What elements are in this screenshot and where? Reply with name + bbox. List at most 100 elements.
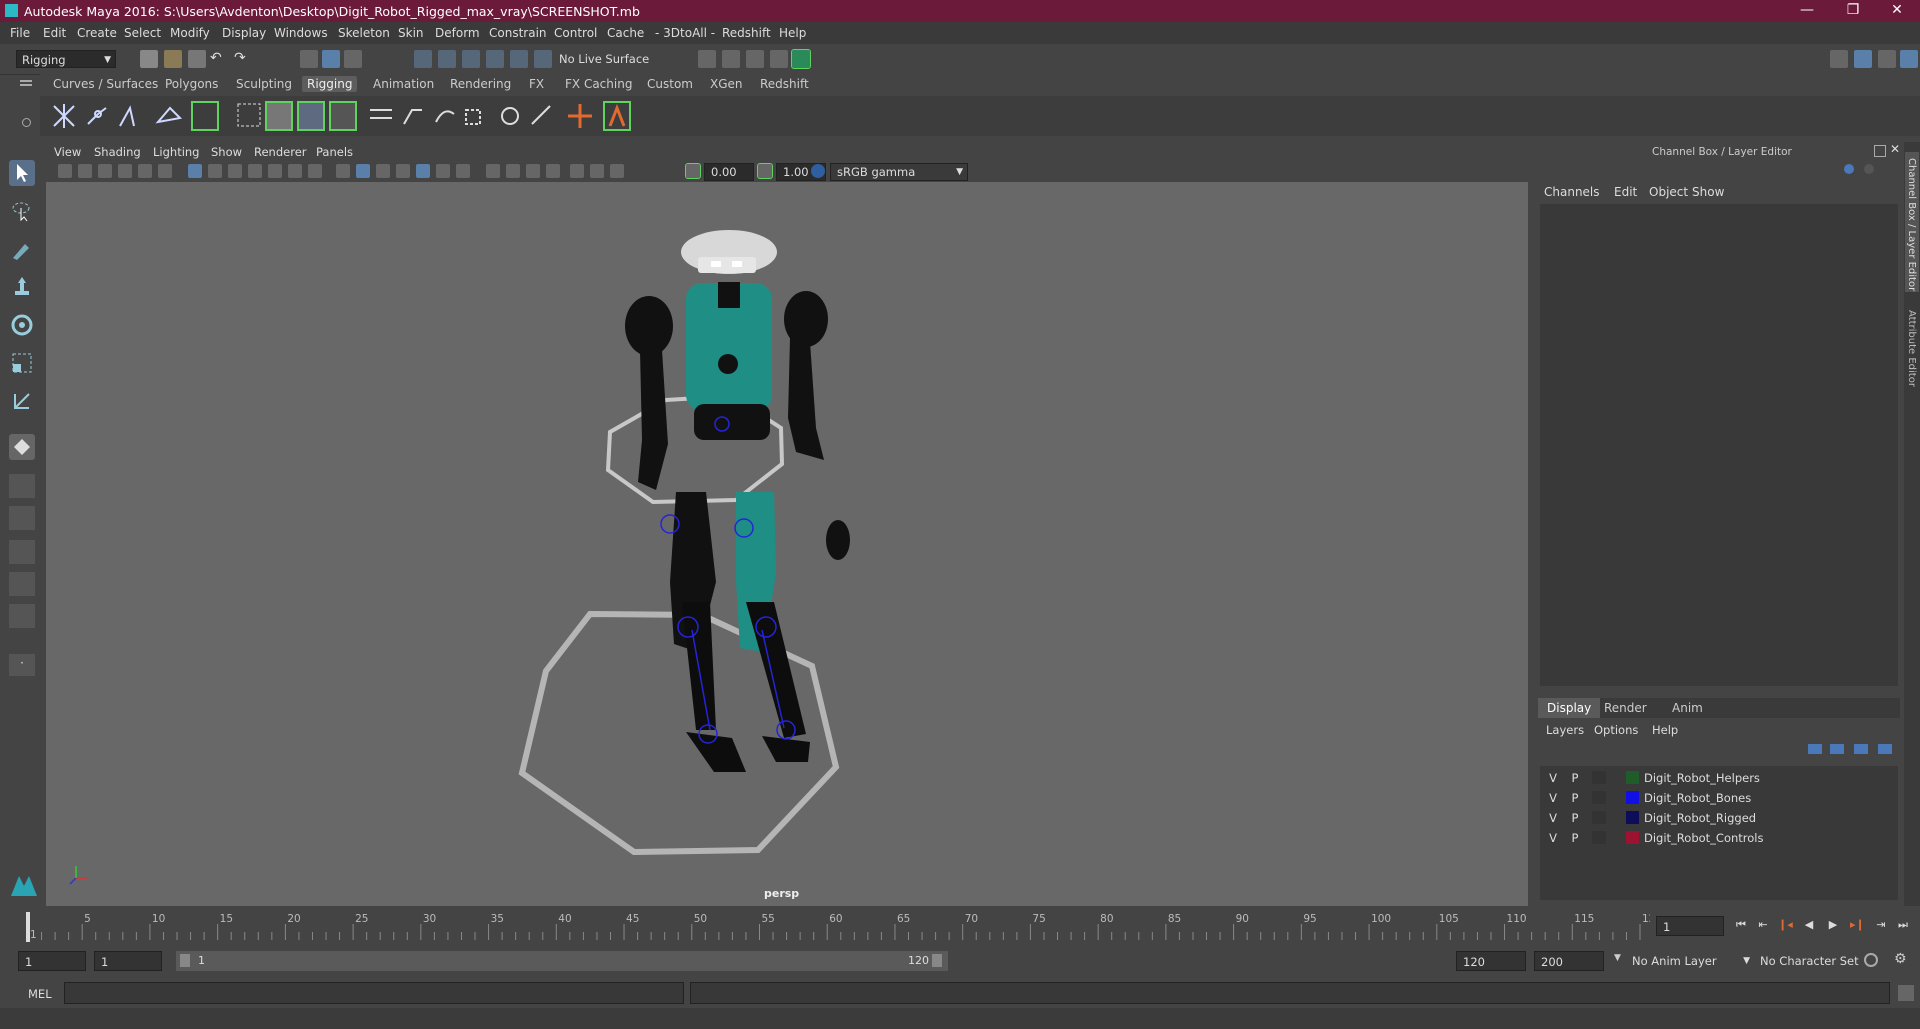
layer-playback-toggle[interactable]: P (1568, 771, 1582, 785)
layout-four-view-icon[interactable] (9, 474, 35, 498)
motion-blur-icon[interactable] (486, 164, 500, 178)
step-back-frame-icon[interactable]: ❙◂ (1778, 918, 1793, 932)
layout-single-view-icon[interactable] (9, 506, 35, 530)
menu-constrain[interactable]: Constrain (489, 26, 547, 40)
menu-help[interactable]: Help (779, 26, 806, 40)
layer-color-swatch[interactable] (1626, 791, 1639, 804)
render-current-icon[interactable] (722, 50, 740, 68)
tab-rendering[interactable]: Rendering (450, 77, 511, 91)
menuset-dropdown[interactable]: Rigging ▼ (16, 50, 116, 68)
universal-manipulator-icon[interactable] (9, 388, 35, 414)
layer-row-helpers[interactable]: V P Digit_Robot_Helpers (1546, 769, 1898, 788)
layer-visibility-toggle[interactable]: V (1546, 771, 1560, 785)
grease-pencil-icon[interactable] (158, 164, 172, 178)
tab-custom[interactable]: Custom (647, 77, 693, 91)
new-scene-icon[interactable] (140, 50, 158, 68)
make-live-icon[interactable] (534, 50, 552, 68)
vp-menu-lighting[interactable]: Lighting (153, 145, 199, 159)
maximize-button[interactable]: ❐ (1830, 0, 1876, 22)
close-panel-icon[interactable]: ✕ (1890, 142, 1900, 156)
xray-joints-icon[interactable] (610, 164, 624, 178)
menu-create[interactable]: Create (77, 26, 117, 40)
play-forward-icon[interactable]: ▶ (1826, 918, 1840, 932)
go-to-start-icon[interactable]: ⏮ (1734, 918, 1748, 932)
redo-icon[interactable]: ↷ (234, 50, 252, 68)
float-panel-icon[interactable] (1874, 145, 1886, 157)
more-layouts-icon[interactable]: · (9, 654, 35, 676)
textured-icon[interactable] (396, 164, 410, 178)
animation-prefs-icon[interactable]: ⚙ (1894, 951, 1912, 969)
layer-row-rigged[interactable]: V P Digit_Robot_Rigged (1546, 809, 1898, 828)
vp-menu-panels[interactable]: Panels (316, 145, 353, 159)
tab-render[interactable]: Render (1604, 701, 1647, 715)
layer-display-type[interactable] (1592, 771, 1606, 784)
tab-redshift[interactable]: Redshift (760, 77, 809, 91)
menu-cache[interactable]: Cache (607, 26, 644, 40)
perspective-viewport[interactable]: persp (46, 182, 1528, 906)
undo-icon[interactable]: ↶ (210, 50, 228, 68)
safe-title-icon[interactable] (308, 164, 322, 178)
workspace-icon[interactable] (1830, 50, 1848, 68)
render-settings-icon[interactable] (770, 50, 788, 68)
new-layer-icon[interactable] (1854, 744, 1868, 754)
tab-display[interactable]: Display (1538, 698, 1601, 718)
step-forward-frame-icon[interactable]: ▸❙ (1850, 918, 1865, 932)
move-layer-down-icon[interactable] (1830, 744, 1844, 754)
tab-anim[interactable]: Anim (1672, 701, 1703, 715)
select-tool-icon[interactable] (9, 160, 35, 186)
tab-sculpting[interactable]: Sculpting (236, 77, 292, 91)
wireframe-on-shaded-icon[interactable] (376, 164, 390, 178)
tab-fx[interactable]: FX (529, 77, 544, 91)
snap-point-icon[interactable] (462, 50, 480, 68)
menu-select[interactable]: Select (124, 26, 161, 40)
layer-playback-toggle[interactable]: P (1568, 831, 1582, 845)
camera-select-icon[interactable] (58, 164, 72, 178)
menu-3dtoall[interactable]: - 3DtoAll - (655, 26, 715, 40)
screen-space-ao-icon[interactable] (456, 164, 470, 178)
gamma-icon[interactable] (757, 163, 773, 179)
layer-display-type[interactable] (1592, 811, 1606, 824)
two-d-pan-zoom-icon[interactable] (138, 164, 152, 178)
menu-control[interactable]: Control (554, 26, 597, 40)
cb-menu-show[interactable]: Show (1692, 185, 1724, 199)
layout-icon[interactable] (1854, 50, 1872, 68)
minimize-button[interactable]: — (1784, 0, 1830, 22)
menu-edit[interactable]: Edit (43, 26, 66, 40)
select-by-hierarchy-icon[interactable] (300, 50, 318, 68)
open-scene-icon[interactable] (164, 50, 182, 68)
layer-visibility-toggle[interactable]: V (1546, 791, 1560, 805)
depth-of-field-icon[interactable] (526, 164, 540, 178)
anim-layer-dropdown[interactable]: No Anim Layer ▼ (1626, 951, 1750, 971)
film-gate-icon[interactable] (208, 164, 222, 178)
mel-label[interactable]: MEL (28, 987, 52, 1001)
range-slider[interactable]: 1 120 (176, 951, 948, 971)
layer-color-swatch[interactable] (1626, 771, 1639, 784)
select-by-component-icon[interactable] (344, 50, 362, 68)
snap-grid-icon[interactable] (414, 50, 432, 68)
layer-playback-toggle[interactable]: P (1568, 811, 1582, 825)
rotate-tool-icon[interactable] (9, 312, 35, 338)
last-tool-icon[interactable] (9, 434, 35, 460)
channel-box-key-icon[interactable] (1844, 164, 1854, 174)
layer-menu-layers[interactable]: Layers (1546, 723, 1584, 737)
menu-skeleton[interactable]: Skeleton (338, 26, 390, 40)
image-plane-icon[interactable] (118, 164, 132, 178)
playback-end-field[interactable]: 120 (1456, 951, 1526, 971)
tab-fx-caching[interactable]: FX Caching (565, 77, 632, 91)
multisample-aa-icon[interactable] (506, 164, 520, 178)
render-view-icon[interactable] (698, 50, 716, 68)
layer-playback-toggle[interactable]: P (1568, 791, 1582, 805)
tab-animation[interactable]: Animation (373, 77, 434, 91)
current-frame-field[interactable]: 1 (1656, 916, 1724, 936)
isolate-select-icon[interactable] (546, 164, 560, 178)
save-scene-icon[interactable] (188, 50, 206, 68)
menu-redshift[interactable]: Redshift (722, 26, 771, 40)
wireframe-icon[interactable] (336, 164, 350, 178)
attribute-editor-toggle-icon[interactable] (1900, 50, 1918, 68)
live-surface-field[interactable]: No Live Surface (554, 50, 658, 68)
layout-persp-outliner-icon[interactable] (9, 540, 35, 564)
cb-menu-edit[interactable]: Edit (1614, 185, 1637, 199)
menu-modify[interactable]: Modify (170, 26, 210, 40)
layer-visibility-toggle[interactable]: V (1546, 811, 1560, 825)
tab-polygons[interactable]: Polygons (165, 77, 218, 91)
